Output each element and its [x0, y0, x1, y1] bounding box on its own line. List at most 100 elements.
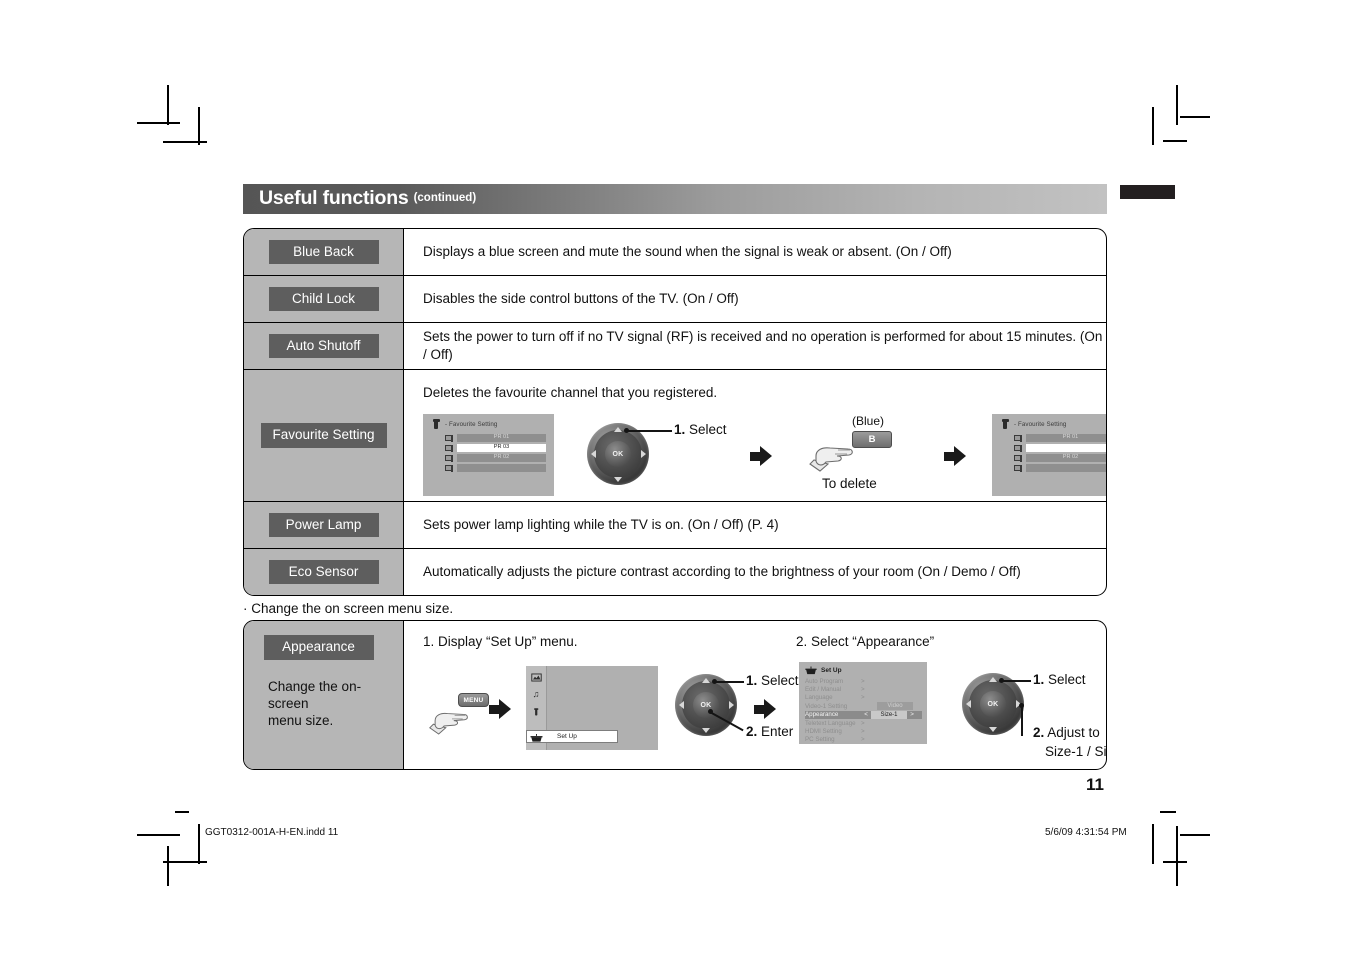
setup-menu-item[interactable]: Edit / Manual > [805, 685, 922, 693]
up-arrow-icon[interactable] [989, 676, 997, 682]
feature-icon [1001, 419, 1009, 430]
row-desc-cell: Disables the side control buttons of the… [404, 276, 1106, 322]
tv-screen-favourite-before: - Favourite Setting PR 01 PR 03 PR 02 [423, 414, 554, 497]
row-label-cell: Eco Sensor [244, 549, 404, 595]
function-badge: Child Lock [268, 286, 379, 312]
flow-arrow-icon [754, 699, 776, 719]
page-title: Useful functions [259, 187, 409, 210]
setup-menu-item[interactable]: PC Setting > [805, 736, 922, 744]
screen-title: - Favourite Setting [1014, 421, 1067, 429]
step-2-title: 2. Select “Appearance” [796, 634, 935, 649]
list-item[interactable]: PR 01 [1014, 434, 1106, 442]
tv-channel-icon [445, 434, 453, 442]
function-description: Disables the side control buttons of the… [423, 290, 739, 306]
row-label-cell: Blue Back [244, 229, 404, 275]
setup-menu-item[interactable]: Auto Program > [805, 677, 922, 685]
crop-mark [167, 846, 169, 886]
chevron-left-icon[interactable]: < [861, 711, 871, 718]
setup-menu-item[interactable]: Teletext Language > [805, 719, 922, 727]
list-item[interactable]: PR 02 [445, 454, 546, 462]
setup-menu-item[interactable]: HDMI Setting > [805, 727, 922, 735]
function-badge: Blue Back [268, 239, 379, 265]
page-title-suffix: (continued) [413, 192, 477, 205]
screen-title: - Favourite Setting [445, 421, 498, 429]
up-arrow-icon[interactable] [702, 677, 710, 683]
channel-label: PR 02 [457, 454, 546, 462]
channel-label-selected [1026, 444, 1106, 452]
crop-mark [163, 141, 207, 143]
crop-mark [1180, 116, 1210, 118]
channel-label [457, 464, 546, 472]
row-label-cell: Auto Shutoff [244, 323, 404, 369]
jog-dial[interactable]: OK [587, 423, 649, 486]
appearance-description-line1: Change the on-screen [268, 678, 362, 711]
favourite-channel-list: PR 01 PR 02 [1000, 434, 1106, 472]
callout-step-text: Select [1044, 672, 1086, 687]
row-desc-cell: Sets power lamp lighting while the TV is… [404, 502, 1106, 548]
setup-menu-item[interactable]: Video-1 Setting Video [805, 702, 922, 711]
tv-channel-icon [445, 454, 453, 462]
function-description: Displays a blue screen and mute the soun… [423, 243, 952, 259]
crop-mark [1163, 861, 1187, 863]
down-arrow-icon[interactable] [989, 726, 997, 732]
list-item[interactable]: PR 01 [445, 434, 546, 442]
footer-bound-left [198, 824, 200, 860]
down-arrow-icon[interactable] [702, 727, 710, 733]
list-item[interactable]: PR 03 [445, 444, 546, 452]
feature-icon[interactable] [529, 706, 543, 718]
crop-mark [1152, 107, 1154, 145]
section-note: · Change the on screen menu size. [243, 601, 454, 616]
down-arrow-icon[interactable] [614, 476, 622, 482]
table-row: Child Lock Disables the side control but… [244, 276, 1106, 323]
screen-header: - Favourite Setting [431, 419, 546, 430]
callout-line [716, 681, 744, 683]
right-arrow-icon[interactable] [728, 701, 734, 709]
crop-mark [137, 122, 180, 124]
appearance-label-cell: Appearance Change the on-screen menu siz… [244, 621, 404, 769]
function-description: Sets power lamp lighting while the TV is… [423, 516, 779, 532]
table-row: Eco Sensor Automatically adjusts the pic… [244, 549, 1106, 595]
left-arrow-icon[interactable] [678, 701, 684, 709]
right-arrow-icon[interactable] [640, 450, 646, 459]
list-item[interactable] [445, 464, 546, 472]
hand-press-icon [809, 447, 853, 472]
callout-step-number: 1. [674, 422, 686, 438]
up-arrow-icon[interactable] [614, 426, 622, 432]
setup-menu-title: Set Up [821, 667, 842, 674]
crop-mark [163, 861, 207, 863]
callout-step-text: Enter [757, 724, 794, 739]
row-desc-cell: Sets the power to turn off if no TV sign… [404, 323, 1106, 369]
setup-menu-header: Set Up [805, 666, 922, 675]
left-arrow-icon[interactable] [965, 700, 971, 708]
list-item[interactable]: PR 02 [1014, 454, 1106, 462]
callout-step-number: 1. [746, 673, 758, 688]
tv-channel-icon [1014, 434, 1022, 442]
jog-dial[interactable]: OK [675, 674, 737, 736]
setup-item-label: Edit / Manual [805, 686, 842, 694]
tv-channel-icon [1014, 464, 1022, 472]
chevron-right-icon: > [861, 694, 865, 702]
chevron-right-icon[interactable]: > [907, 711, 917, 718]
left-arrow-icon[interactable] [590, 450, 596, 459]
sound-icon[interactable]: ♫ [529, 688, 543, 700]
setup-menu-item-selected[interactable]: Appearance < Size-1 > [805, 710, 922, 719]
function-badge: Auto Shutoff [268, 333, 379, 359]
setup-item-label: Auto Program [805, 677, 844, 685]
list-item[interactable] [1014, 444, 1106, 452]
list-item[interactable] [1014, 464, 1106, 472]
row-label-cell: Power Lamp [244, 502, 404, 548]
crop-mark [1176, 85, 1178, 125]
setup-menu-item[interactable]: Language > [805, 694, 922, 702]
jog-dial[interactable]: OK [962, 673, 1024, 735]
footer-rule-right [1160, 811, 1176, 813]
ok-button[interactable]: OK [980, 691, 1006, 717]
picture-icon[interactable] [529, 671, 543, 683]
footer-tick [1176, 826, 1178, 852]
callout-step-text: Select [685, 422, 727, 438]
callout-step-number: 1. [1033, 672, 1045, 687]
footer-timestamp: 5/6/09 4:31:54 PM [1045, 827, 1127, 838]
setup-item-value: Video [877, 702, 913, 711]
function-description: Deletes the favourite channel that you r… [423, 385, 718, 400]
row-desc-cell: Displays a blue screen and mute the soun… [404, 229, 1106, 275]
callout-adjust: 2. Adjust to [1033, 725, 1100, 742]
